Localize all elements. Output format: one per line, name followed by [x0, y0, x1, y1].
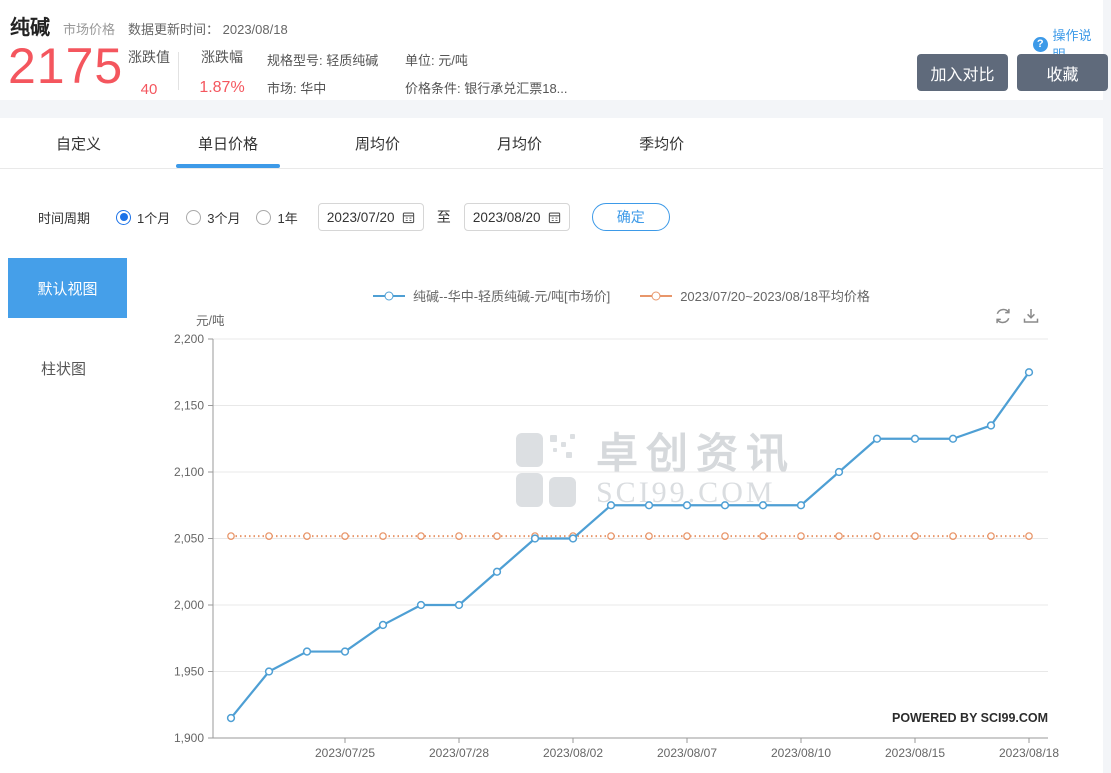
radio-3-month-label[interactable]: 3个月	[207, 208, 240, 227]
svg-text:2,200: 2,200	[174, 332, 204, 346]
line-circle-marker-orange	[640, 291, 673, 300]
period-label: 时间周期	[38, 210, 91, 226]
tab-custom[interactable]: 自定义	[56, 118, 101, 168]
category-label: 市场价格	[63, 22, 116, 37]
tab-quarterly-avg[interactable]: 季均价	[639, 118, 684, 168]
header: 纯碱 市场价格 数据更新时间： 2023/08/18 ? 操作说明 2175 涨…	[0, 0, 1108, 100]
svg-text:2023/07/28: 2023/07/28	[429, 746, 489, 760]
radio-1-month-label[interactable]: 1个月	[137, 208, 170, 227]
line-circle-marker-blue	[373, 291, 406, 300]
date-range-separator: 至	[436, 209, 451, 225]
update-time-label: 数据更新时间：	[128, 22, 220, 37]
start-date-input[interactable]: 2023/07/20	[317, 203, 424, 231]
radio-3-month[interactable]: 3个月	[186, 208, 240, 227]
update-time-value: 2023/08/18	[222, 22, 288, 37]
question-icon[interactable]: ?	[1033, 36, 1048, 52]
calendar-icon	[548, 211, 560, 223]
spec-model: 规格型号: 轻质纯碱	[267, 53, 379, 68]
price-change-label: 涨跌值	[128, 49, 170, 65]
soda-ash-price-page: { "header": { "title": "纯碱", "category":…	[0, 0, 1111, 773]
sidebar-item-bar-chart[interactable]: 柱状图	[0, 346, 127, 390]
svg-text:2,050: 2,050	[174, 532, 204, 546]
svg-text:2,150: 2,150	[174, 399, 204, 413]
svg-text:2023/08/18: 2023/08/18	[999, 746, 1059, 760]
svg-text:2023/08/07: 2023/08/07	[657, 746, 717, 760]
end-date-input[interactable]: 2023/08/20	[463, 203, 570, 231]
start-date-value[interactable]: 2023/07/20	[327, 210, 395, 225]
unit: 单位: 元/吨	[405, 53, 468, 68]
svg-text:1,900: 1,900	[174, 731, 204, 745]
price-condition: 价格条件: 银行承兑汇票18...	[405, 81, 568, 96]
tab-weekly-avg[interactable]: 周均价	[355, 118, 400, 168]
svg-text:2023/08/02: 2023/08/02	[543, 746, 603, 760]
main-panel: 自定义 单日价格 周均价 月均价 季均价 时间周期 1个月 3个月 1年 202…	[0, 118, 1103, 773]
svg-text:2023/07/25: 2023/07/25	[315, 746, 375, 760]
update-time: 数据更新时间： 2023/08/18	[128, 19, 288, 38]
svg-text:2023/08/15: 2023/08/15	[885, 746, 945, 760]
current-price: 2175	[8, 38, 124, 94]
price-line-chart: 1,900 1,950 2,000 2,050 2,100 2,150 2,200 2023/…	[174, 332, 1059, 760]
svg-text:2023/08/10: 2023/08/10	[771, 746, 831, 760]
tab-monthly-avg[interactable]: 月均价	[497, 118, 542, 168]
add-compare-button[interactable]: 加入对比	[917, 54, 1008, 91]
calendar-icon	[402, 211, 414, 223]
powered-by-note: POWERED BY SCI99.COM	[892, 711, 1049, 725]
favorite-button[interactable]: 收藏	[1017, 54, 1108, 91]
end-date-value[interactable]: 2023/08/20	[473, 210, 541, 225]
page-title: 纯碱	[10, 17, 50, 39]
radio-1-month[interactable]: 1个月	[116, 208, 170, 227]
confirm-button[interactable]: 确定	[591, 203, 670, 231]
radio-1-year[interactable]: 1年	[256, 208, 298, 227]
radio-icon[interactable]	[256, 209, 272, 225]
market-region: 市场: 华中	[267, 81, 327, 96]
price-change-pct-block: 涨跌幅 1.87%	[193, 47, 251, 97]
price-change-value: 40	[140, 81, 158, 98]
radio-icon-selected[interactable]	[116, 209, 132, 225]
price-tabs: 自定义 单日价格 周均价 月均价 季均价	[0, 118, 1103, 169]
svg-text:2,000: 2,000	[174, 598, 204, 612]
svg-text:1,950: 1,950	[174, 665, 204, 679]
price-change-pct-label: 涨跌幅	[201, 49, 243, 65]
radio-1-year-label[interactable]: 1年	[277, 208, 297, 227]
sidebar-item-default-view[interactable]: 默认视图	[8, 258, 127, 318]
price-change-block: 涨跌值 40	[124, 47, 174, 98]
tab-daily-price[interactable]: 单日价格	[198, 118, 258, 168]
time-period-controls: 时间周期 1个月 3个月 1年 2023/07/20 至 2023/08/20	[38, 203, 670, 231]
price-change-pct-value: 1.87%	[199, 79, 245, 96]
svg-text:2,100: 2,100	[174, 465, 204, 479]
radio-icon[interactable]	[186, 209, 202, 225]
divider	[178, 52, 179, 90]
